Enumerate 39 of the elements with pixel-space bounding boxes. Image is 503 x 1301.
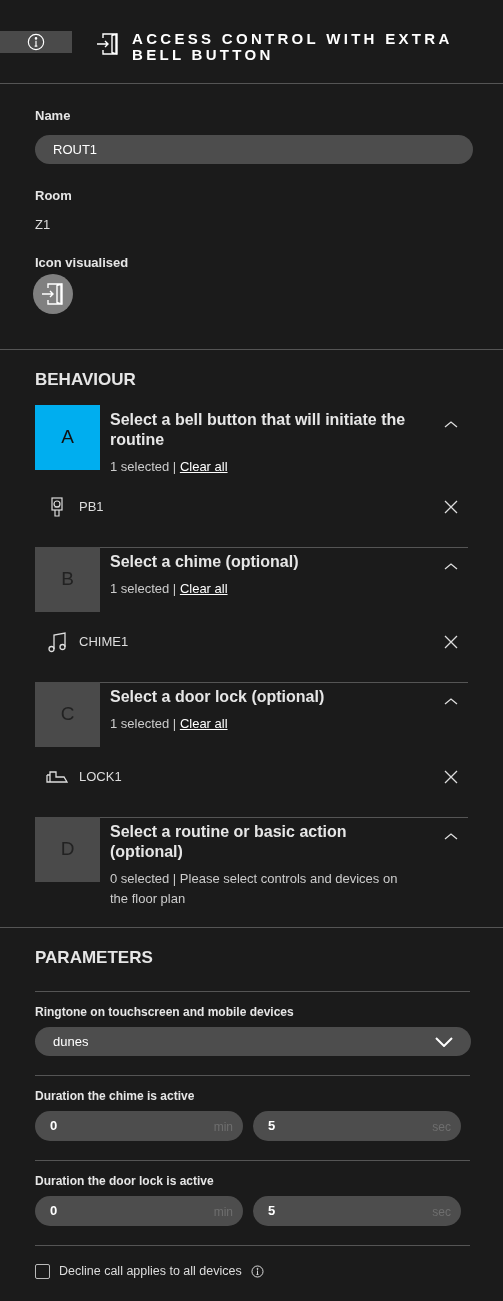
field-label: Ringtone on touchscreen and mobile devices <box>35 1004 295 1020</box>
door-icon <box>41 282 65 306</box>
device-label: CHIME1 <box>79 632 130 651</box>
music-note-icon <box>47 630 67 653</box>
selection-count: 1 selected | <box>110 715 178 731</box>
selection-count: 0 selected | Please select controls and devices on the floor plan <box>110 870 398 906</box>
clear-all-link[interactable]: Clear all <box>179 580 228 596</box>
device-label: LOCK1 <box>79 767 123 786</box>
step-title: Select a bell button that will initiate the routine <box>110 409 407 450</box>
clear-all-link[interactable]: Clear all <box>179 715 228 731</box>
selection-count: 1 selected | <box>110 458 178 474</box>
door-lock-icon <box>46 770 68 783</box>
ringtone-dropdown[interactable]: dunes <box>35 1027 471 1056</box>
clear-all-link[interactable]: Clear all <box>179 458 228 474</box>
field-label: Room <box>35 188 73 204</box>
field-label: Duration the chime is active <box>35 1088 196 1104</box>
step-title: Select a door lock (optional) <box>110 686 326 707</box>
section-heading: BEHAVIOUR <box>35 369 137 391</box>
room-value: Z1 <box>35 217 52 233</box>
door-icon-button[interactable] <box>33 274 73 314</box>
step-badge[interactable]: A <box>35 404 100 470</box>
info-button[interactable] <box>0 31 72 53</box>
name-field[interactable]: ROUT1 <box>35 135 473 164</box>
field-label: Duration the door lock is active <box>35 1173 215 1189</box>
step-title: Select a chime (optional) <box>110 551 300 572</box>
section-heading: PARAMETERS <box>35 946 154 969</box>
checkbox[interactable] <box>35 1263 50 1279</box>
info-icon <box>250 1264 264 1278</box>
door-icon <box>96 32 120 56</box>
bell-button-icon <box>51 496 63 517</box>
chevron-down-icon[interactable] <box>435 1036 453 1047</box>
info-icon <box>27 33 45 51</box>
field-label: Icon visualised <box>35 255 130 271</box>
checkbox-label: Decline call applies to all devices <box>59 1263 242 1280</box>
device-label: PB1 <box>79 497 105 516</box>
field-label: Name <box>35 108 72 124</box>
panel-title: ACCESS CONTROL WITH EXTRA BELL BUTTON <box>132 31 453 63</box>
step-title: Select a routine or basic action (optional) <box>110 821 348 862</box>
selection-count: 1 selected | <box>110 580 178 596</box>
